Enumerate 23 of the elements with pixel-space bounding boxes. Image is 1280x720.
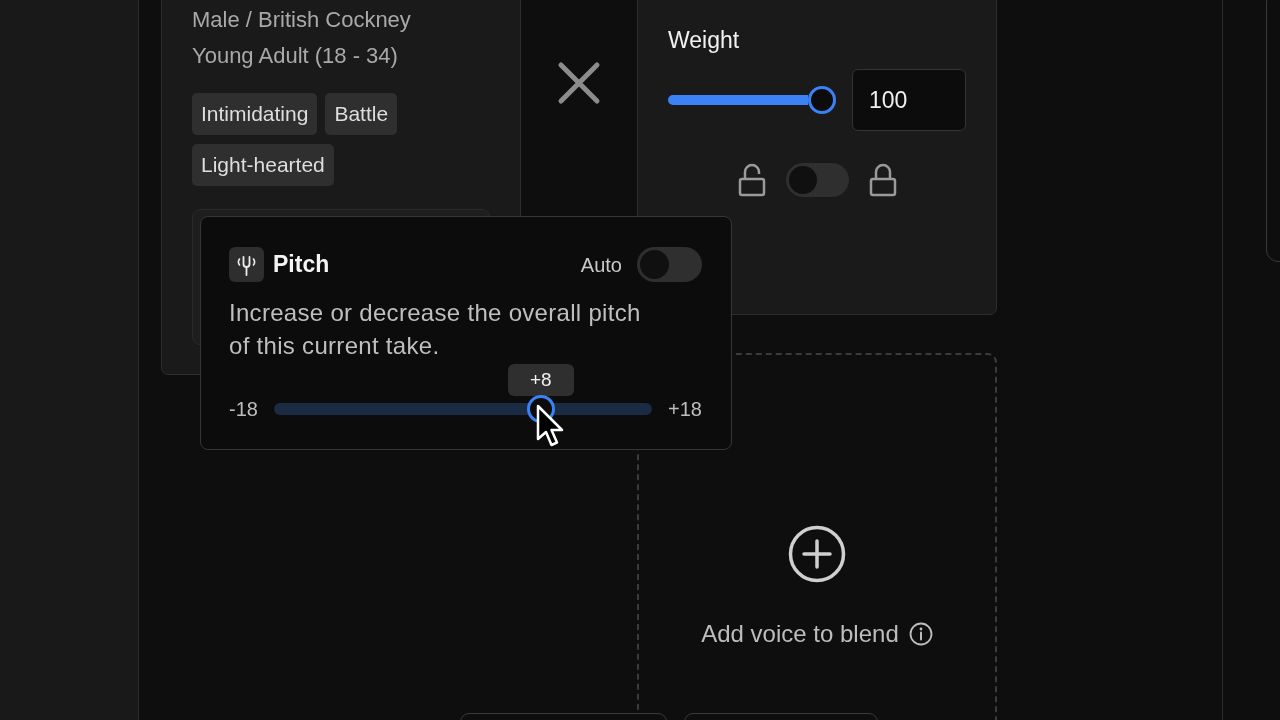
- plus-circle-icon[interactable]: [788, 525, 846, 583]
- min-label: -18: [229, 397, 258, 422]
- auto-label: Auto: [580, 252, 622, 278]
- info-icon[interactable]: [908, 622, 933, 646]
- tag: Battle: [325, 93, 398, 135]
- tag: Light-hearted: [192, 144, 334, 186]
- voice-accent: Male / British Cockney: [192, 6, 412, 34]
- unlocked-icon: [737, 163, 766, 197]
- pitch-title: Pitch: [273, 250, 330, 280]
- max-label: +18: [668, 397, 702, 422]
- tuning-fork-icon: [229, 247, 264, 282]
- weight-slider[interactable]: [668, 95, 808, 105]
- weight-input[interactable]: 100: [852, 69, 966, 131]
- lock-icon: [868, 163, 897, 197]
- close-icon[interactable]: [557, 61, 601, 105]
- auto-toggle[interactable]: [637, 247, 702, 282]
- slider-thumb[interactable]: [808, 86, 836, 114]
- value-tooltip: +8: [507, 364, 574, 396]
- weight-label: Weight: [668, 26, 741, 55]
- add-voice-label: Add voice to blend: [701, 619, 899, 649]
- tag: Intimidating: [192, 93, 318, 135]
- lock-toggle[interactable]: [785, 163, 849, 197]
- voice-age: Young Adult (18 - 34): [192, 42, 399, 70]
